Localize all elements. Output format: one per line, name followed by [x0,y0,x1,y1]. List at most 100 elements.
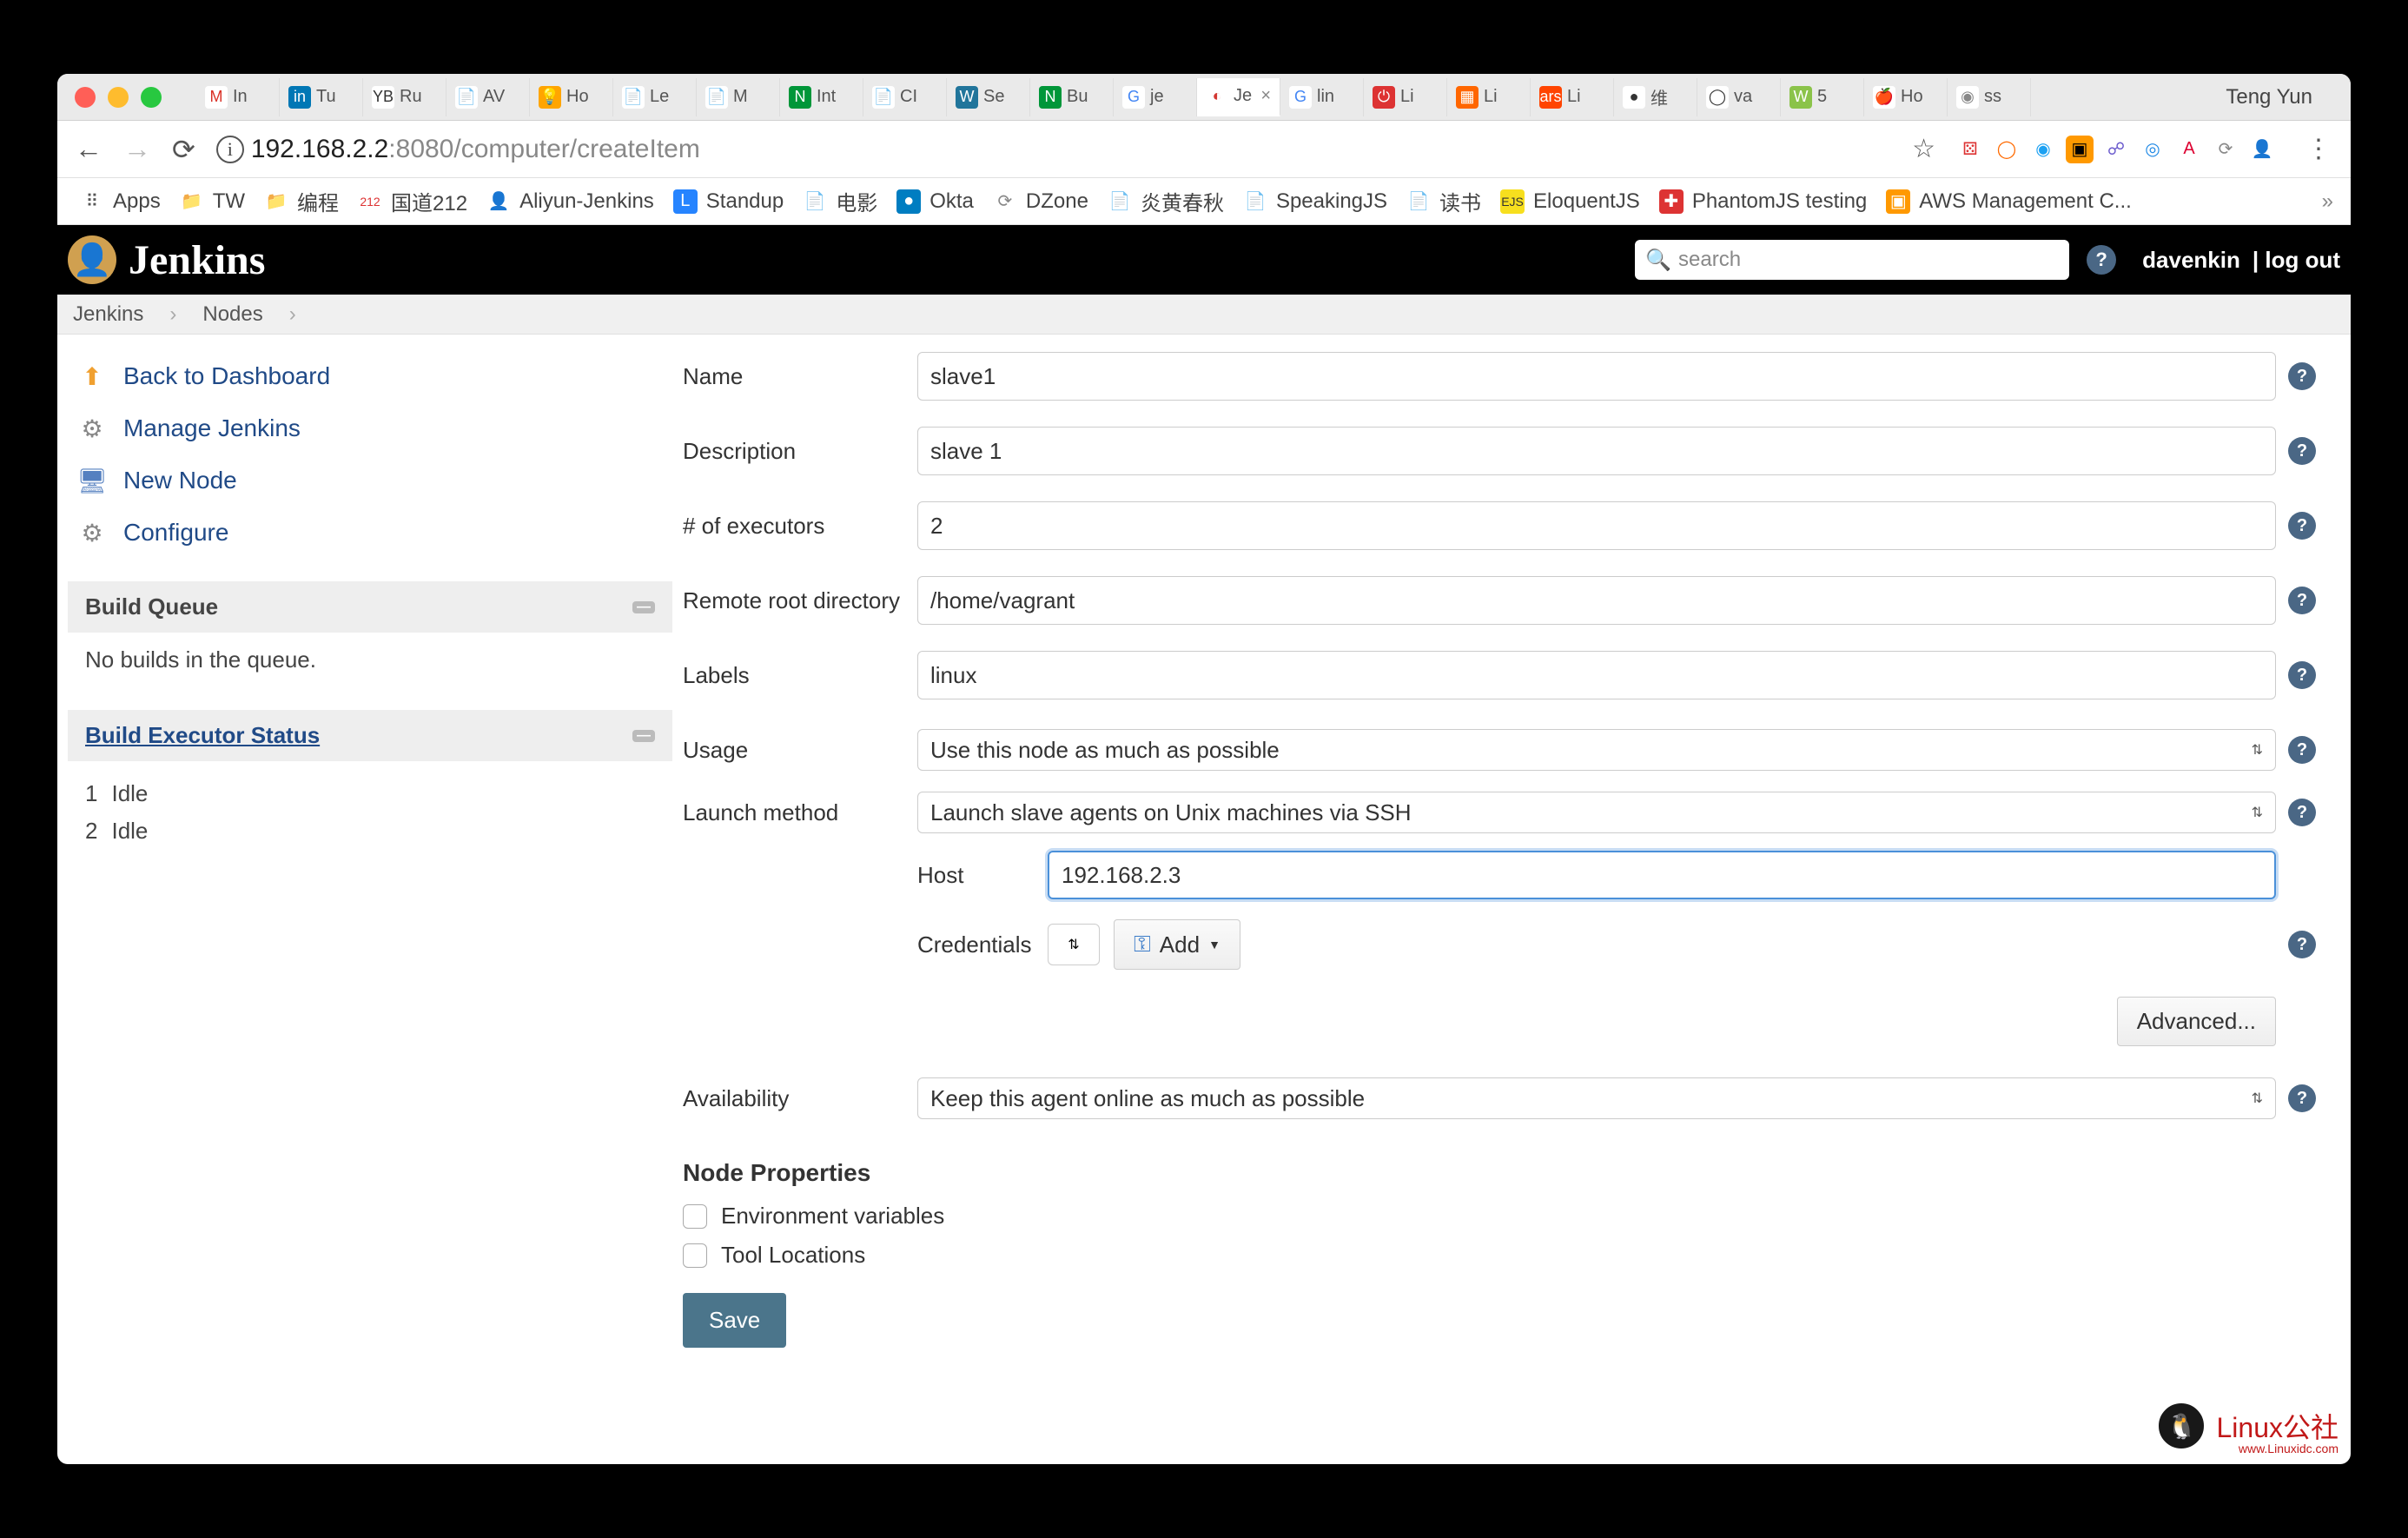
bookmark-item[interactable]: ⟳DZone [988,189,1094,214]
help-icon[interactable]: ? [2288,799,2316,826]
bookmark-item[interactable]: LStandup [668,189,789,214]
forward-icon[interactable]: → [123,133,151,165]
ext-icon[interactable]: ◯ [1993,136,2021,163]
close-tab-icon[interactable]: × [1260,86,1271,106]
credentials-select[interactable]: ⇅ [1048,924,1100,965]
site-info-icon[interactable]: i [216,136,244,163]
bookmark-item[interactable]: ⠿Apps [75,189,166,214]
executors-input[interactable] [917,501,2276,550]
bookmark-item[interactable]: 📁TW [175,189,250,214]
browser-tab[interactable]: 📄Le [613,78,697,116]
labels-input[interactable] [917,651,2276,699]
browser-tab[interactable]: ◐Je× [1197,78,1280,116]
browser-tab[interactable]: inTu [280,78,363,116]
browser-tab[interactable]: NBu [1030,78,1114,116]
browser-tab[interactable]: YBRu [363,78,447,116]
name-input[interactable] [917,352,2276,401]
orange-favicon-icon: ▦ [1456,86,1479,109]
crumb[interactable]: Nodes [202,302,262,327]
checkbox[interactable] [683,1204,707,1229]
ext-icon[interactable]: ⟳ [2212,136,2239,163]
logout-link[interactable]: | log out [2253,247,2340,274]
ext-icon[interactable]: 👤 [2248,136,2276,163]
help-icon[interactable]: ? [2288,931,2316,958]
browser-tab[interactable]: 📄M [697,78,780,116]
browser-tab[interactable]: 💡Ho [530,78,613,116]
browser-tab[interactable]: Glin [1280,78,1364,116]
bookmark-star-icon[interactable]: ☆ [1912,134,1935,164]
browser-tab[interactable]: 📄CI [863,78,947,116]
save-button[interactable]: Save [683,1293,786,1348]
menu-icon[interactable]: ⋮ [2305,134,2333,164]
availability-select[interactable]: Keep this agent online as much as possib… [917,1077,2276,1119]
bookmark-item[interactable]: ✚PhantomJS testing [1654,189,1872,214]
user-link[interactable]: davenkin [2142,247,2240,274]
help-icon[interactable]: ? [2288,1084,2316,1112]
bookmark-item[interactable]: 📄读书 [1401,186,1486,216]
browser-tab[interactable]: arsLi [1531,78,1614,116]
help-icon[interactable]: ? [2087,245,2116,275]
browser-tab[interactable]: 🍎Ho [1864,78,1948,116]
help-icon[interactable]: ? [2288,587,2316,614]
ext-icon[interactable]: ◎ [2139,136,2167,163]
profile-chip[interactable]: Teng Yun [2205,85,2333,109]
browser-tab[interactable]: NInt [780,78,863,116]
bookmark-item[interactable]: ●Okta [891,189,979,214]
help-icon[interactable]: ? [2288,736,2316,764]
executors-label: # of executors [683,513,917,540]
bookmark-item[interactable]: 📄炎黄春秋 [1102,186,1229,216]
checkbox[interactable] [683,1243,707,1268]
add-credentials-button[interactable]: ⚿ Add ▼ [1114,919,1240,970]
crumb[interactable]: Jenkins [73,302,143,327]
browser-tab[interactable]: MIn [196,78,280,116]
maximize-icon[interactable] [141,87,162,108]
minimize-icon[interactable] [108,87,129,108]
browser-tab[interactable]: ◉ss [1948,78,2031,116]
help-icon[interactable]: ? [2288,437,2316,465]
collapse-icon[interactable]: — [632,730,655,742]
browser-tab[interactable]: ▦Li [1447,78,1531,116]
back-icon[interactable]: ← [75,133,103,165]
browser-tab[interactable]: ⏻Li [1364,78,1447,116]
bookmark-item[interactable]: 👤Aliyun-Jenkins [481,189,659,214]
ext-icon[interactable]: ◉ [2029,136,2057,163]
browser-tab[interactable]: ●维 [1614,78,1697,116]
browser-tab[interactable]: ◯va [1697,78,1781,116]
bookmark-item[interactable]: 212国道212 [353,186,473,216]
browser-tab[interactable]: W5 [1781,78,1864,116]
executor-link[interactable]: Build Executor Status [85,722,320,749]
sidebar-item[interactable]: 🖥New Node [68,454,672,507]
reload-icon[interactable]: ⟳ [172,133,195,166]
ext-icon[interactable]: ▣ [2066,136,2094,163]
host-input[interactable] [1048,851,2276,899]
ext-icon[interactable]: A [2175,136,2203,163]
advanced-button[interactable]: Advanced... [2117,997,2276,1046]
help-icon[interactable]: ? [2288,661,2316,689]
toolbar: ← → ⟳ i 192.168.2.2:8080/computer/create… [57,121,2351,178]
launch-select[interactable]: Launch slave agents on Unix machines via… [917,792,2276,833]
browser-tab[interactable]: 📄AV [447,78,530,116]
bookmark-item[interactable]: 📄电影 [797,186,883,216]
bookmark-item[interactable]: 📄SpeakingJS [1238,189,1393,214]
browser-tab[interactable]: WSe [947,78,1030,116]
help-icon[interactable]: ? [2288,362,2316,390]
address-bar[interactable]: i 192.168.2.2:8080/computer/createItem [216,135,1891,164]
ext-icon[interactable]: ⚄ [1956,136,1984,163]
close-icon[interactable] [75,87,96,108]
bookmark-item[interactable]: ▣AWS Management C... [1881,189,2137,214]
ext-icon[interactable]: ☍ [2102,136,2130,163]
bookmark-item[interactable]: 📁编程 [259,186,344,216]
search-input[interactable]: 🔍 search [1635,240,2069,280]
jenkins-logo-icon[interactable]: 👤 [68,235,116,284]
sidebar-item[interactable]: ⚙Manage Jenkins [68,402,672,454]
usage-select[interactable]: Use this node as much as possible⇅ [917,729,2276,771]
bookmark-item[interactable]: EJSEloquentJS [1495,189,1645,214]
sidebar-item[interactable]: ⚙Configure [68,507,672,559]
collapse-icon[interactable]: — [632,601,655,613]
help-icon[interactable]: ? [2288,512,2316,540]
description-input[interactable] [917,427,2276,475]
bookmarks-overflow-icon[interactable]: » [2322,189,2333,214]
rootdir-input[interactable] [917,576,2276,625]
browser-tab[interactable]: Gje [1114,78,1197,116]
sidebar-item[interactable]: ⬆Back to Dashboard [68,350,672,402]
